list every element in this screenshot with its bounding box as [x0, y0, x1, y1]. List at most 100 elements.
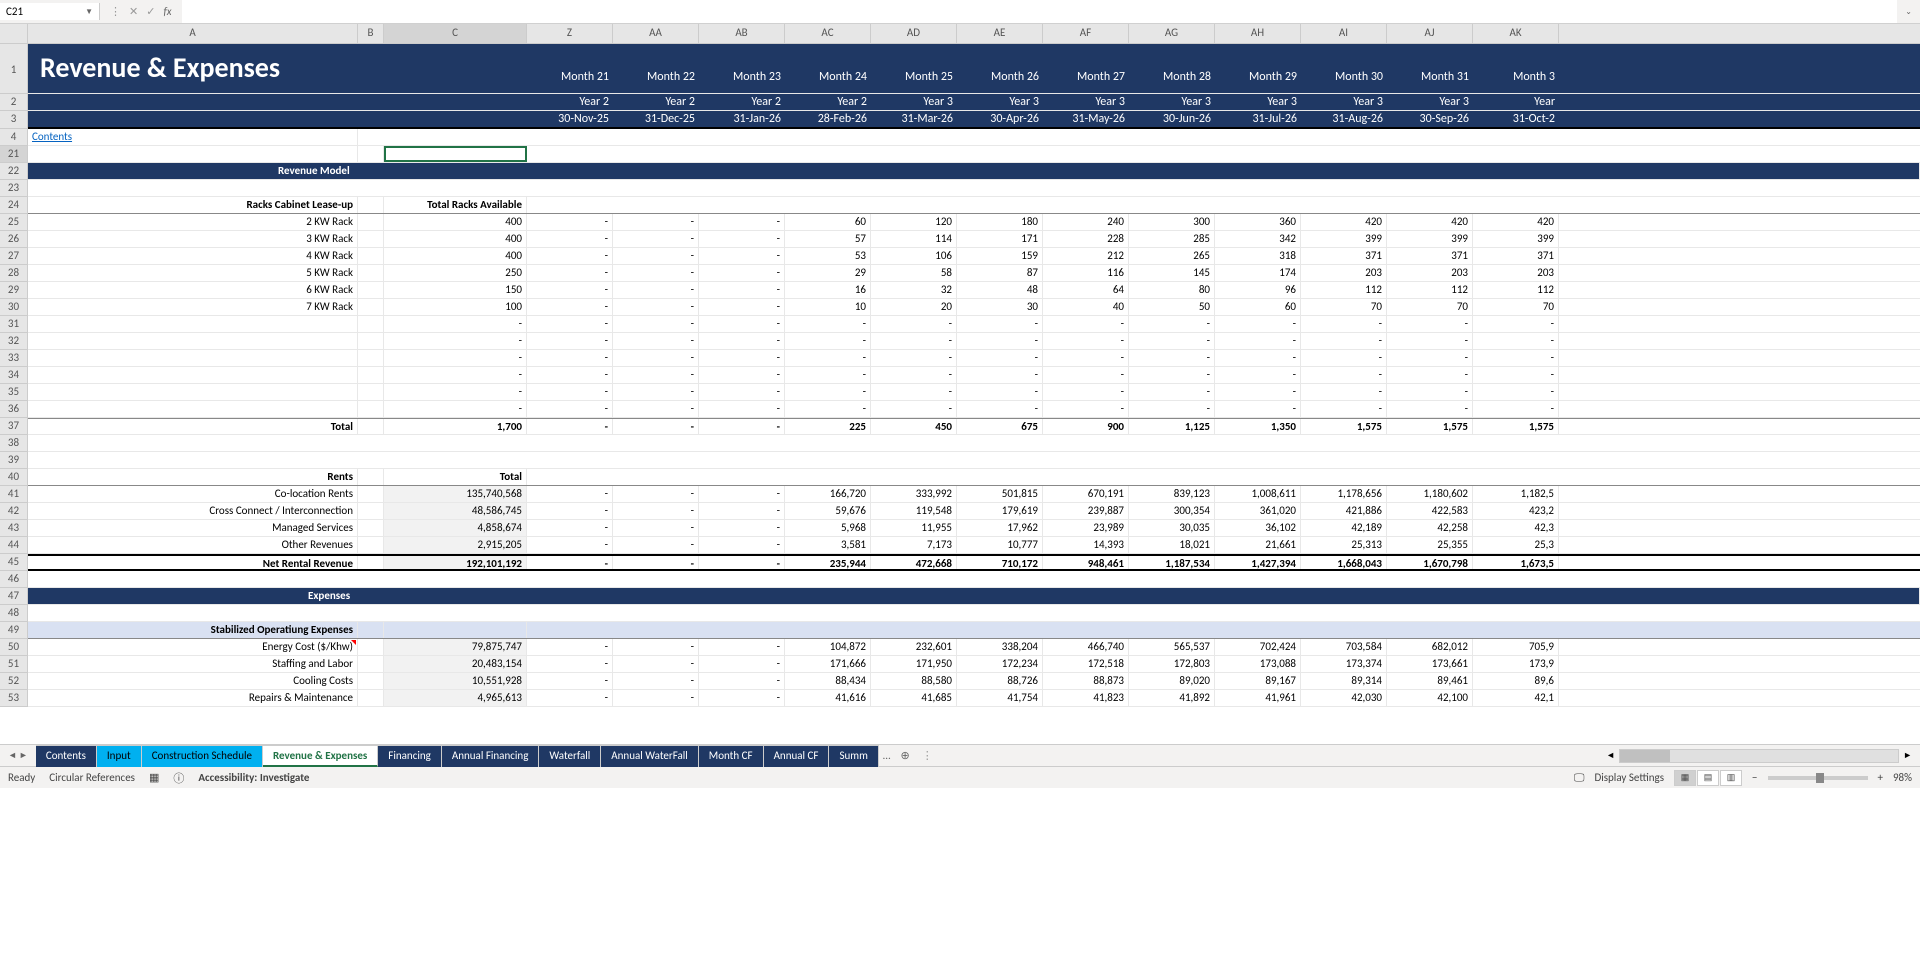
row-header-22[interactable]: 22 — [0, 163, 27, 180]
sheet-tab[interactable]: Annual CF — [764, 745, 830, 767]
data-cell[interactable]: - — [1387, 333, 1473, 349]
data-cell[interactable]: - — [527, 299, 613, 315]
data-cell[interactable]: 14,393 — [1043, 537, 1129, 553]
contents-link[interactable]: Contents — [28, 129, 358, 145]
data-cell[interactable]: 42,1 — [1473, 690, 1559, 706]
sheet-tab[interactable]: Financing — [378, 745, 442, 767]
data-cell[interactable]: - — [699, 419, 785, 434]
data-cell[interactable]: 228 — [1043, 231, 1129, 247]
row-header-47[interactable]: 47 — [0, 588, 27, 605]
data-cell[interactable]: - — [1473, 350, 1559, 366]
data-cell[interactable]: 29 — [785, 265, 871, 281]
data-cell[interactable]: - — [613, 350, 699, 366]
data-cell[interactable]: 89,461 — [1387, 673, 1473, 689]
data-cell[interactable]: 114 — [871, 231, 957, 247]
data-cell[interactable]: 53 — [785, 248, 871, 264]
spreadsheet-grid[interactable]: A B C Z AA AB AC AD AE AF AG AH AI AJ AK… — [0, 24, 1920, 744]
sheet-tab[interactable]: Contents — [36, 745, 97, 767]
data-cell[interactable]: - — [527, 656, 613, 672]
data-cell[interactable]: 501,815 — [957, 486, 1043, 502]
data-cell[interactable]: 900 — [1043, 419, 1129, 434]
row-header-30[interactable]: 30 — [0, 299, 27, 316]
dropdown-icon[interactable]: ⋮ — [110, 5, 121, 18]
data-cell[interactable]: 338,204 — [957, 639, 1043, 655]
tab-more-icon[interactable]: … — [879, 749, 895, 762]
data-cell[interactable]: 1,125 — [1129, 419, 1215, 434]
data-cell[interactable]: 203 — [1387, 265, 1473, 281]
sheet-tab[interactable]: Month CF — [699, 745, 764, 767]
data-cell[interactable]: 675 — [957, 419, 1043, 434]
data-cell[interactable]: 41,754 — [957, 690, 1043, 706]
row-header-50[interactable]: 50 — [0, 639, 27, 656]
data-cell[interactable]: - — [957, 316, 1043, 332]
view-layout-icon[interactable]: ▤ — [1697, 770, 1719, 786]
data-cell[interactable]: - — [527, 556, 613, 569]
data-cell[interactable]: 948,461 — [1043, 556, 1129, 569]
data-cell[interactable]: - — [785, 350, 871, 366]
data-cell[interactable]: - — [527, 537, 613, 553]
add-sheet-icon[interactable]: ⊕ — [895, 747, 916, 764]
data-cell[interactable]: 333,992 — [871, 486, 957, 502]
data-cell[interactable]: 235,944 — [785, 556, 871, 569]
hscroll-thumb[interactable] — [1620, 750, 1670, 762]
data-cell[interactable]: - — [613, 248, 699, 264]
sheet-tab[interactable]: Revenue & Expenses — [263, 745, 378, 767]
data-cell[interactable]: - — [613, 520, 699, 536]
data-cell[interactable]: - — [1129, 401, 1215, 417]
data-cell[interactable]: 60 — [785, 214, 871, 230]
data-cell[interactable]: 1,008,611 — [1215, 486, 1301, 502]
data-cell[interactable]: 5,968 — [785, 520, 871, 536]
data-cell[interactable]: - — [613, 367, 699, 383]
row-header-24[interactable]: 24 — [0, 197, 27, 214]
data-cell[interactable]: 21,661 — [1215, 537, 1301, 553]
data-cell[interactable]: 705,9 — [1473, 639, 1559, 655]
fx-icon[interactable]: fx — [163, 5, 171, 18]
data-cell[interactable]: 420 — [1301, 214, 1387, 230]
data-cell[interactable]: 1,575 — [1473, 419, 1559, 434]
data-cell[interactable]: - — [871, 316, 957, 332]
data-cell[interactable]: 88,726 — [957, 673, 1043, 689]
data-cell[interactable]: 112 — [1301, 282, 1387, 298]
data-cell[interactable]: - — [1473, 333, 1559, 349]
data-cell[interactable]: - — [1301, 350, 1387, 366]
data-cell[interactable]: 42,189 — [1301, 520, 1387, 536]
data-cell[interactable]: 60 — [1215, 299, 1301, 315]
data-cell[interactable]: - — [527, 214, 613, 230]
zoom-in-icon[interactable]: + — [1878, 771, 1883, 784]
data-cell[interactable]: - — [1387, 316, 1473, 332]
data-cell[interactable]: 30 — [957, 299, 1043, 315]
data-cell[interactable]: 20 — [871, 299, 957, 315]
sheet-tab[interactable]: Summ — [829, 745, 878, 767]
view-pagebreak-icon[interactable]: ▥ — [1720, 770, 1742, 786]
data-cell[interactable]: 203 — [1301, 265, 1387, 281]
data-cell[interactable]: - — [613, 401, 699, 417]
data-cell[interactable]: - — [699, 384, 785, 400]
cells-area[interactable]: Revenue & Expenses Month 21Month 22Month… — [28, 44, 1920, 707]
data-cell[interactable]: 1,178,656 — [1301, 486, 1387, 502]
data-cell[interactable]: 472,668 — [871, 556, 957, 569]
data-cell[interactable]: - — [957, 333, 1043, 349]
data-cell[interactable]: - — [957, 401, 1043, 417]
data-cell[interactable]: 42,3 — [1473, 520, 1559, 536]
data-cell[interactable]: - — [613, 503, 699, 519]
data-cell[interactable]: - — [699, 316, 785, 332]
data-cell[interactable]: 225 — [785, 419, 871, 434]
data-cell[interactable]: 239,887 — [1043, 503, 1129, 519]
row-header-26[interactable]: 26 — [0, 231, 27, 248]
data-cell[interactable]: - — [871, 401, 957, 417]
data-cell[interactable]: 10,777 — [957, 537, 1043, 553]
data-cell[interactable]: 50 — [1129, 299, 1215, 315]
col-header-ae[interactable]: AE — [957, 24, 1043, 43]
zoom-thumb[interactable] — [1816, 773, 1824, 783]
data-cell[interactable]: 36,102 — [1215, 520, 1301, 536]
data-cell[interactable]: 112 — [1387, 282, 1473, 298]
data-cell[interactable]: 23,989 — [1043, 520, 1129, 536]
data-cell[interactable]: - — [957, 350, 1043, 366]
data-cell[interactable]: - — [613, 282, 699, 298]
row-header-52[interactable]: 52 — [0, 673, 27, 690]
data-cell[interactable]: - — [699, 401, 785, 417]
data-cell[interactable]: 64 — [1043, 282, 1129, 298]
data-cell[interactable]: 172,803 — [1129, 656, 1215, 672]
data-cell[interactable]: 10 — [785, 299, 871, 315]
data-cell[interactable]: 399 — [1473, 231, 1559, 247]
